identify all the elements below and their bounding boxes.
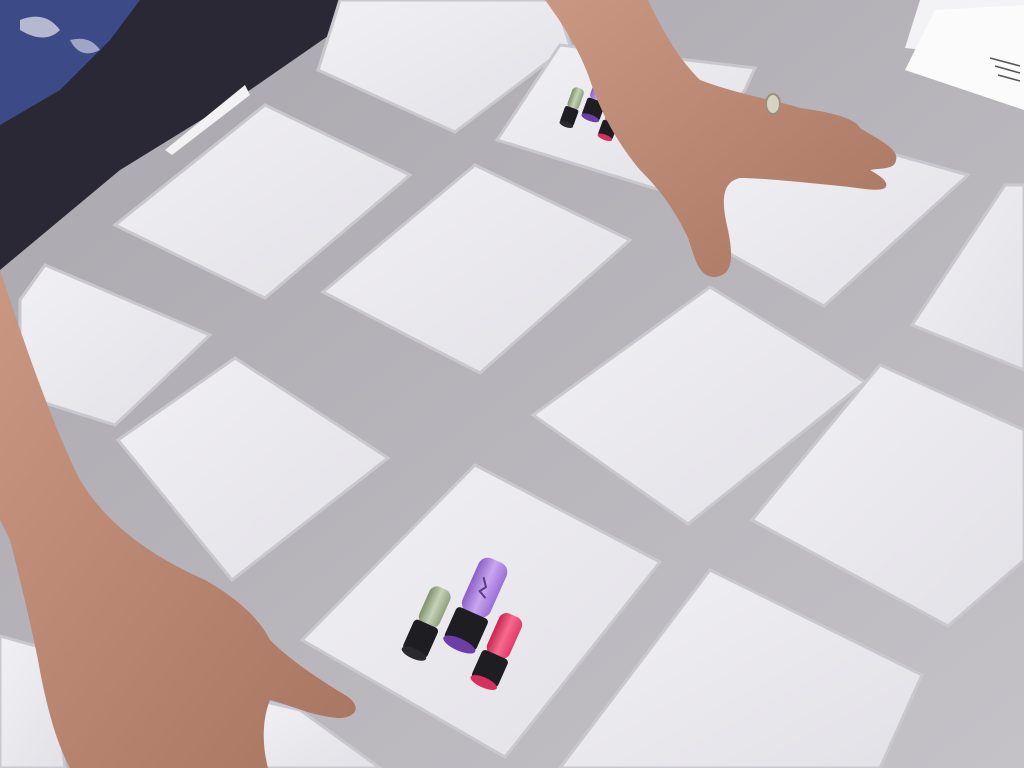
ring bbox=[765, 93, 781, 115]
memory-game-photo bbox=[0, 0, 1024, 768]
